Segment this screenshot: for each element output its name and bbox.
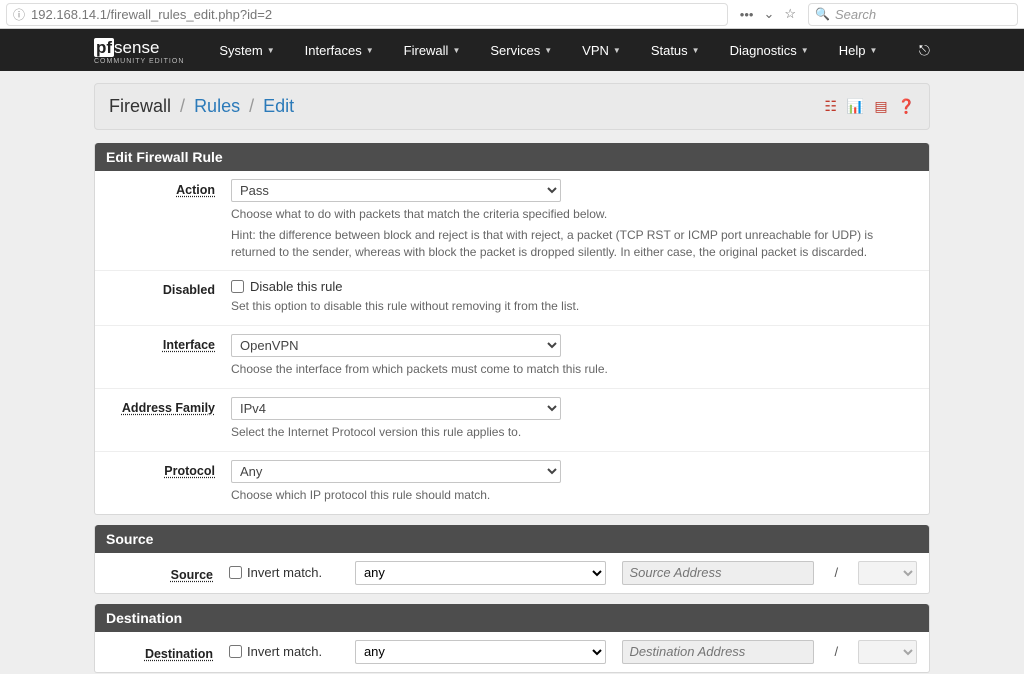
destination-slash: / <box>830 644 842 659</box>
url-field[interactable]: ⓘ 192.168.14.1/firewall_rules_edit.php?i… <box>6 3 728 26</box>
breadcrumb-bar: Firewall / Rules / Edit ☷ 📊 ▤ ❓ <box>94 83 930 130</box>
checkbox-disable-rule[interactable]: Disable this rule <box>231 279 917 294</box>
info-icon: ⓘ <box>13 6 25 23</box>
crumb-edit[interactable]: Edit <box>263 96 294 116</box>
nav-items: System▼ Interfaces▼ Firewall▼ Services▼ … <box>204 31 892 70</box>
page-action-icons: ☷ 📊 ▤ ❓ <box>824 98 915 115</box>
source-slash: / <box>830 565 842 580</box>
search-icon: 🔍 <box>815 7 830 21</box>
browser-address-bar: ⓘ 192.168.14.1/firewall_rules_edit.php?i… <box>0 0 1024 29</box>
select-source-type[interactable]: any <box>355 561 606 585</box>
select-action[interactable]: Pass <box>231 179 561 202</box>
caret-down-icon: ▼ <box>544 46 552 55</box>
nav-status[interactable]: Status▼ <box>636 31 715 70</box>
chart-icon[interactable]: 📊 <box>847 98 864 115</box>
help-interface: Choose the interface from which packets … <box>231 361 917 378</box>
input-destination-address[interactable] <box>622 640 814 664</box>
help-action1: Choose what to do with packets that matc… <box>231 206 917 223</box>
caret-down-icon: ▼ <box>692 46 700 55</box>
browser-actions: ••• ⌄ ☆ <box>734 6 802 22</box>
checkbox-source-invert-input[interactable] <box>229 566 242 579</box>
panel-title-edit-rule: Edit Firewall Rule <box>95 143 929 171</box>
input-source-address[interactable] <box>622 561 814 585</box>
select-destination-mask[interactable] <box>858 640 917 664</box>
caret-down-icon: ▼ <box>801 46 809 55</box>
pocket-icon[interactable]: ⌄ <box>763 6 774 22</box>
logout-icon[interactable]: ⎋ <box>919 42 930 58</box>
help-protocol: Choose which IP protocol this rule shoul… <box>231 487 917 504</box>
checkbox-destination-invert[interactable]: Invert match. <box>229 644 339 659</box>
select-protocol[interactable]: Any <box>231 460 561 483</box>
help-icon[interactable]: ❓ <box>898 98 915 115</box>
checkbox-source-invert[interactable]: Invert match. <box>229 565 339 580</box>
crumb-firewall: Firewall <box>109 96 171 116</box>
nav-firewall[interactable]: Firewall▼ <box>389 31 476 70</box>
select-source-mask[interactable] <box>858 561 917 585</box>
nav-services[interactable]: Services▼ <box>475 31 567 70</box>
caret-down-icon: ▼ <box>869 46 877 55</box>
nav-interfaces[interactable]: Interfaces▼ <box>290 31 389 70</box>
panel-source: Source Source Invert match. any / <box>94 525 930 594</box>
panel-edit-rule: Edit Firewall Rule Action Pass Choose wh… <box>94 143 930 515</box>
label-disabled: Disabled <box>107 279 215 297</box>
nav-help[interactable]: Help▼ <box>824 31 893 70</box>
url-text: 192.168.14.1/firewall_rules_edit.php?id=… <box>31 7 721 22</box>
select-address-family[interactable]: IPv4 <box>231 397 561 420</box>
panel-destination: Destination Destination Invert match. an… <box>94 604 930 673</box>
select-interface[interactable]: OpenVPN <box>231 334 561 357</box>
page-actions-dots-icon[interactable]: ••• <box>740 7 754 22</box>
log-icon[interactable]: ▤ <box>874 98 887 115</box>
panel-title-source: Source <box>95 525 929 553</box>
brand-logo[interactable]: pfsense COMMUNITY EDITION <box>94 36 184 65</box>
help-disabled: Set this option to disable this rule wit… <box>231 298 917 315</box>
select-destination-type[interactable]: any <box>355 640 606 664</box>
browser-search-field[interactable]: 🔍 Search <box>808 3 1018 26</box>
help-action2: Hint: the difference between block and r… <box>231 227 917 261</box>
search-placeholder: Search <box>835 7 876 22</box>
nav-diagnostics[interactable]: Diagnostics▼ <box>715 31 824 70</box>
checkbox-disable-rule-input[interactable] <box>231 280 244 293</box>
brand-edition: COMMUNITY EDITION <box>94 58 184 65</box>
nav-vpn[interactable]: VPN▼ <box>567 31 636 70</box>
caret-down-icon: ▼ <box>452 46 460 55</box>
nav-system[interactable]: System▼ <box>204 31 289 70</box>
top-navbar: pfsense COMMUNITY EDITION System▼ Interf… <box>0 29 1024 71</box>
crumb-rules[interactable]: Rules <box>194 96 240 116</box>
settings-sliders-icon[interactable]: ☷ <box>824 98 837 115</box>
bookmark-star-icon[interactable]: ☆ <box>784 6 796 22</box>
label-address-family: Address Family <box>107 397 215 415</box>
nav-right: ⎋ <box>919 42 930 59</box>
caret-down-icon: ▼ <box>366 46 374 55</box>
label-source: Source <box>107 564 213 582</box>
breadcrumb: Firewall / Rules / Edit <box>109 96 294 117</box>
caret-down-icon: ▼ <box>613 46 621 55</box>
label-interface: Interface <box>107 334 215 352</box>
label-action: Action <box>107 179 215 197</box>
label-protocol: Protocol <box>107 460 215 478</box>
help-address-family: Select the Internet Protocol version thi… <box>231 424 917 441</box>
panel-title-destination: Destination <box>95 604 929 632</box>
caret-down-icon: ▼ <box>267 46 275 55</box>
checkbox-destination-invert-input[interactable] <box>229 645 242 658</box>
label-destination: Destination <box>107 643 213 661</box>
